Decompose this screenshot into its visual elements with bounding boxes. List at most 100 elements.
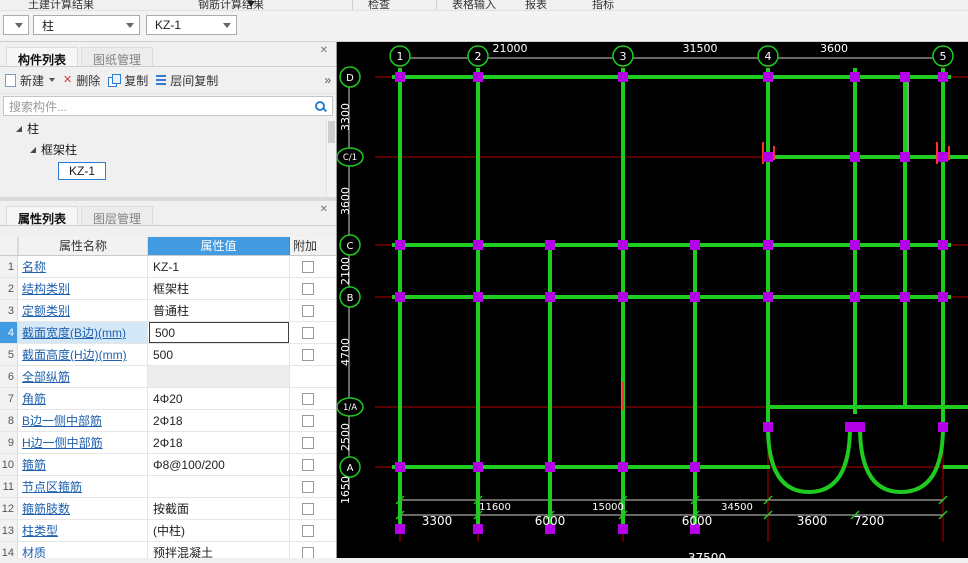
- tab-property-list[interactable]: 属性列表: [6, 206, 79, 226]
- category-dropdown[interactable]: 柱: [33, 15, 140, 35]
- property-row[interactable]: 10 箍筋 Φ8@100/200: [0, 454, 336, 476]
- attach-checkbox[interactable]: [302, 348, 314, 361]
- axis-letter: C/1: [343, 153, 357, 163]
- element-dropdown[interactable]: KZ-1: [146, 15, 237, 35]
- property-panel: ✕ 属性列表 图层管理 属性名称 属性值 附加 1 名称 KZ-1 2 结构类别 框架柱 3…: [0, 201, 336, 558]
- property-value[interactable]: 2Φ18: [148, 410, 290, 431]
- property-row[interactable]: 3 定额类别 普通柱: [0, 300, 336, 322]
- attach-checkbox[interactable]: [302, 414, 314, 427]
- property-name[interactable]: 箍筋: [18, 454, 148, 475]
- property-name[interactable]: 结构类别: [18, 278, 148, 299]
- tab-component-list[interactable]: 构件列表: [6, 47, 79, 67]
- property-row[interactable]: 4 截面宽度(B边)(mm) 500: [0, 322, 336, 344]
- tree-node-frame-column[interactable]: 框架柱: [0, 139, 336, 160]
- property-name[interactable]: 截面高度(H边)(mm): [18, 344, 148, 365]
- dimension-text: 7200: [854, 514, 885, 528]
- attach-checkbox[interactable]: [302, 502, 314, 515]
- property-row[interactable]: 5 截面高度(H边)(mm) 500: [0, 344, 336, 366]
- attach-checkbox[interactable]: [302, 304, 314, 317]
- property-name[interactable]: 定额类别: [18, 300, 148, 321]
- attach-checkbox[interactable]: [302, 282, 314, 295]
- tree-node-selected-label: KZ-1: [58, 161, 107, 180]
- property-row-number: 13: [0, 520, 18, 541]
- attach-checkbox[interactable]: [302, 260, 314, 273]
- property-value[interactable]: 2Φ18: [148, 432, 290, 453]
- property-value[interactable]: Φ8@100/200: [148, 454, 290, 475]
- property-attach-cell: [290, 322, 336, 343]
- property-name[interactable]: 节点区箍筋: [18, 476, 148, 497]
- expand-triangle-icon[interactable]: [16, 125, 22, 132]
- mini-dropdown[interactable]: [3, 15, 29, 35]
- menu-item-civil-results[interactable]: 土建计算结果: [28, 0, 94, 10]
- attach-checkbox[interactable]: [302, 480, 314, 493]
- property-attach-cell: [290, 454, 336, 475]
- property-row[interactable]: 1 名称 KZ-1: [0, 256, 336, 278]
- menu-item-table-input[interactable]: 表格输入: [452, 0, 496, 10]
- property-row[interactable]: 8 B边一侧中部筋 2Φ18: [0, 410, 336, 432]
- property-row[interactable]: 2 结构类别 框架柱: [0, 278, 336, 300]
- property-value[interactable]: 4Φ20: [148, 388, 290, 409]
- property-value[interactable]: KZ-1: [148, 256, 290, 277]
- property-row[interactable]: 7 角筋 4Φ20: [0, 388, 336, 410]
- copy-button[interactable]: 复制: [108, 72, 148, 89]
- property-value[interactable]: 普通柱: [148, 300, 290, 321]
- property-row[interactable]: 11 节点区箍筋: [0, 476, 336, 498]
- close-icon[interactable]: ✕: [320, 45, 328, 56]
- property-row[interactable]: 9 H边一侧中部筋 2Φ18: [0, 432, 336, 454]
- property-attach-cell: [290, 410, 336, 431]
- property-name[interactable]: 截面宽度(B边)(mm): [18, 322, 148, 343]
- cad-viewport[interactable]: 1 2 3 4 5 D C/1 C B 1/A A 21000 31500 36…: [336, 42, 968, 563]
- menu-item-index[interactable]: 指标: [592, 0, 614, 10]
- attach-checkbox[interactable]: [302, 524, 314, 537]
- property-value[interactable]: [148, 366, 290, 387]
- expand-triangle-icon[interactable]: [30, 146, 36, 153]
- menu-item-report[interactable]: 报表: [525, 0, 547, 10]
- property-name[interactable]: 柱类型: [18, 520, 148, 541]
- property-row-number: 12: [0, 498, 18, 519]
- attach-checkbox[interactable]: [302, 458, 314, 471]
- tree-node-column[interactable]: 柱: [0, 118, 336, 139]
- delete-button[interactable]: ✕ 删除: [63, 72, 100, 89]
- cad-drawing[interactable]: 1 2 3 4 5 D C/1 C B 1/A A 21000 31500 36…: [336, 42, 968, 563]
- attach-checkbox[interactable]: [302, 436, 314, 449]
- property-row[interactable]: 6 全部纵筋: [0, 366, 336, 388]
- property-value[interactable]: 按截面: [148, 498, 290, 519]
- dimension-text: 3600: [339, 187, 352, 215]
- property-name[interactable]: 箍筋肢数: [18, 498, 148, 519]
- layer-copy-button[interactable]: 层间复制: [156, 72, 218, 89]
- tab-drawing-management[interactable]: 图纸管理: [81, 47, 154, 67]
- property-name[interactable]: B边一侧中部筋: [18, 410, 148, 431]
- menu-item-check[interactable]: 检查: [368, 0, 390, 10]
- new-button[interactable]: 新建: [5, 72, 56, 89]
- property-value[interactable]: (中柱): [148, 520, 290, 541]
- element-dropdown-value: KZ-1: [155, 18, 182, 32]
- search-input[interactable]: 搜索构件...: [3, 96, 333, 116]
- property-value[interactable]: 框架柱: [148, 278, 290, 299]
- tree-node-kz1[interactable]: KZ-1: [0, 160, 336, 181]
- chevron-down-icon: [126, 22, 134, 28]
- menubar: 土建计算结果 钢筋计算结果 检查 表格输入 报表 指标: [0, 0, 968, 11]
- property-name[interactable]: 全部纵筋: [18, 366, 148, 387]
- property-attach-cell: [290, 256, 336, 277]
- attach-checkbox[interactable]: [302, 392, 314, 405]
- property-value[interactable]: [148, 476, 290, 497]
- property-name[interactable]: 名称: [18, 256, 148, 277]
- scrollbar-thumb[interactable]: [328, 121, 335, 143]
- attach-checkbox[interactable]: [302, 326, 314, 339]
- axis-letter: C: [347, 241, 354, 252]
- property-row-number: 2: [0, 278, 18, 299]
- property-row[interactable]: 13 柱类型 (中柱): [0, 520, 336, 542]
- property-name[interactable]: 角筋: [18, 388, 148, 409]
- close-icon[interactable]: ✕: [320, 204, 328, 215]
- property-value[interactable]: 500: [149, 322, 289, 343]
- attach-checkbox[interactable]: [302, 546, 314, 558]
- delete-button-label: 删除: [76, 73, 101, 88]
- property-row[interactable]: 12 箍筋肢数 按截面: [0, 498, 336, 520]
- property-value[interactable]: 500: [148, 344, 290, 365]
- property-name[interactable]: H边一侧中部筋: [18, 432, 148, 453]
- search-icon[interactable]: [314, 100, 327, 113]
- tab-layer-management[interactable]: 图层管理: [81, 206, 154, 226]
- chevron-down-icon: [247, 1, 255, 7]
- scrollbar[interactable]: [326, 119, 336, 197]
- toolbar-overflow-button[interactable]: »: [324, 73, 331, 87]
